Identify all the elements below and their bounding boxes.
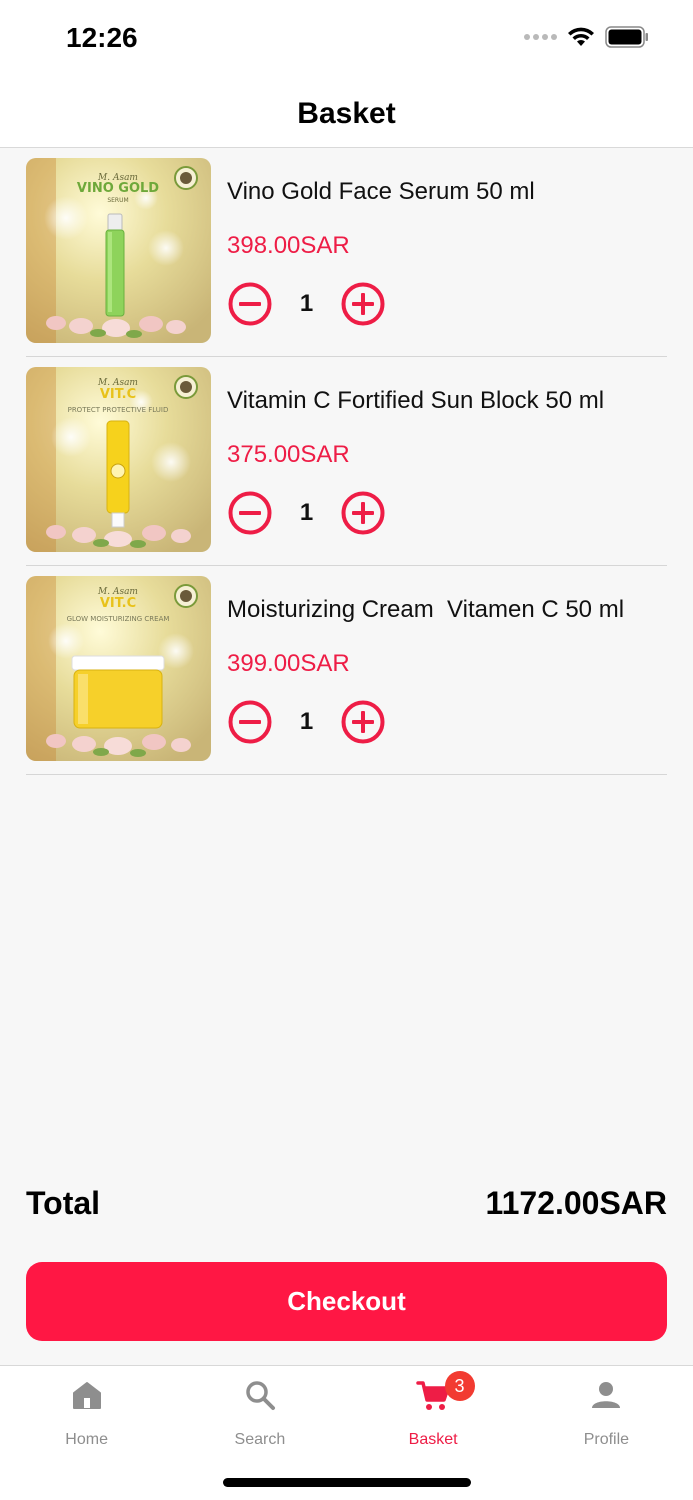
status-time: 12:26 <box>66 22 138 53</box>
svg-text:SERUM: SERUM <box>107 197 128 204</box>
cart-item: M. Asam VIT.C GLOW MOISTURIZING CREAM Mo… <box>26 566 667 775</box>
cellular-signal-icon <box>524 34 557 40</box>
minus-circle-icon[interactable] <box>227 281 273 327</box>
minus-circle-icon[interactable] <box>227 490 273 536</box>
quantity-stepper: 1 <box>227 490 386 536</box>
svg-text:VIT.C: VIT.C <box>100 596 136 611</box>
cart-item: M. Asam VINO GOLD SERUM Vino Gold Face S… <box>26 148 667 357</box>
product-image[interactable]: M. Asam VINO GOLD SERUM <box>26 158 211 343</box>
svg-text:VINO GOLD: VINO GOLD <box>77 181 159 196</box>
quantity-value: 1 <box>299 290 314 317</box>
tab-label: Search <box>234 1431 286 1448</box>
cart-list: M. Asam VINO GOLD SERUM Vino Gold Face S… <box>26 148 667 775</box>
product-price: 375.00SAR <box>227 441 350 468</box>
quantity-value: 1 <box>299 708 314 735</box>
search-icon <box>246 1381 275 1410</box>
tab-home[interactable]: Home <box>0 1366 173 1462</box>
checkout-button[interactable]: Checkout <box>26 1262 667 1341</box>
svg-text:PROTECT PROTECTIVE FLUID: PROTECT PROTECTIVE FLUID <box>68 406 169 414</box>
nav-bar: Basket <box>0 80 693 148</box>
product-name[interactable]: Vino Gold Face Serum 50 ml <box>227 178 535 206</box>
page-title: Basket <box>297 96 396 130</box>
tab-basket[interactable]: 3 Basket <box>347 1366 520 1462</box>
plus-circle-icon[interactable] <box>340 699 386 745</box>
tab-label: Profile <box>583 1431 630 1448</box>
person-icon <box>592 1382 621 1408</box>
tab-label: Basket <box>408 1431 458 1448</box>
product-image[interactable]: M. Asam VIT.C PROTECT PROTECTIVE FLUID <box>26 367 211 552</box>
tab-label: Home <box>65 1431 108 1448</box>
cart-item: M. Asam VIT.C PROTECT PROTECTIVE FLUID V… <box>26 357 667 566</box>
tab-search[interactable]: Search <box>173 1366 346 1462</box>
quantity-stepper: 1 <box>227 699 386 745</box>
minus-circle-icon[interactable] <box>227 699 273 745</box>
wifi-icon <box>568 27 594 46</box>
tab-profile[interactable]: Profile <box>520 1366 693 1462</box>
home-icon <box>72 1382 101 1409</box>
quantity-value: 1 <box>299 499 314 526</box>
home-indicator <box>223 1478 471 1487</box>
product-image[interactable]: M. Asam VIT.C GLOW MOISTURIZING CREAM <box>26 576 211 761</box>
total-value: 1172.00SAR <box>485 1184 667 1221</box>
svg-text:VIT.C: VIT.C <box>100 387 136 402</box>
status-icons <box>524 26 649 48</box>
cart-count-badge: 3 <box>444 1371 475 1401</box>
product-price: 398.00SAR <box>227 232 350 259</box>
product-name[interactable]: Vitamin C Fortified Sun Block 50 ml <box>227 387 604 415</box>
total-label: Total <box>26 1184 101 1221</box>
product-price: 399.00SAR <box>227 650 350 677</box>
status-bar: 12:26 <box>0 0 693 80</box>
svg-text:GLOW MOISTURIZING CREAM: GLOW MOISTURIZING CREAM <box>67 615 170 623</box>
product-name[interactable]: Moisturizing Cream Vitamen C 50 ml <box>227 596 624 624</box>
plus-circle-icon[interactable] <box>340 490 386 536</box>
quantity-stepper: 1 <box>227 281 386 327</box>
total-row: Total 1172.00SAR <box>26 1180 667 1226</box>
plus-circle-icon[interactable] <box>340 281 386 327</box>
battery-icon <box>605 26 648 48</box>
